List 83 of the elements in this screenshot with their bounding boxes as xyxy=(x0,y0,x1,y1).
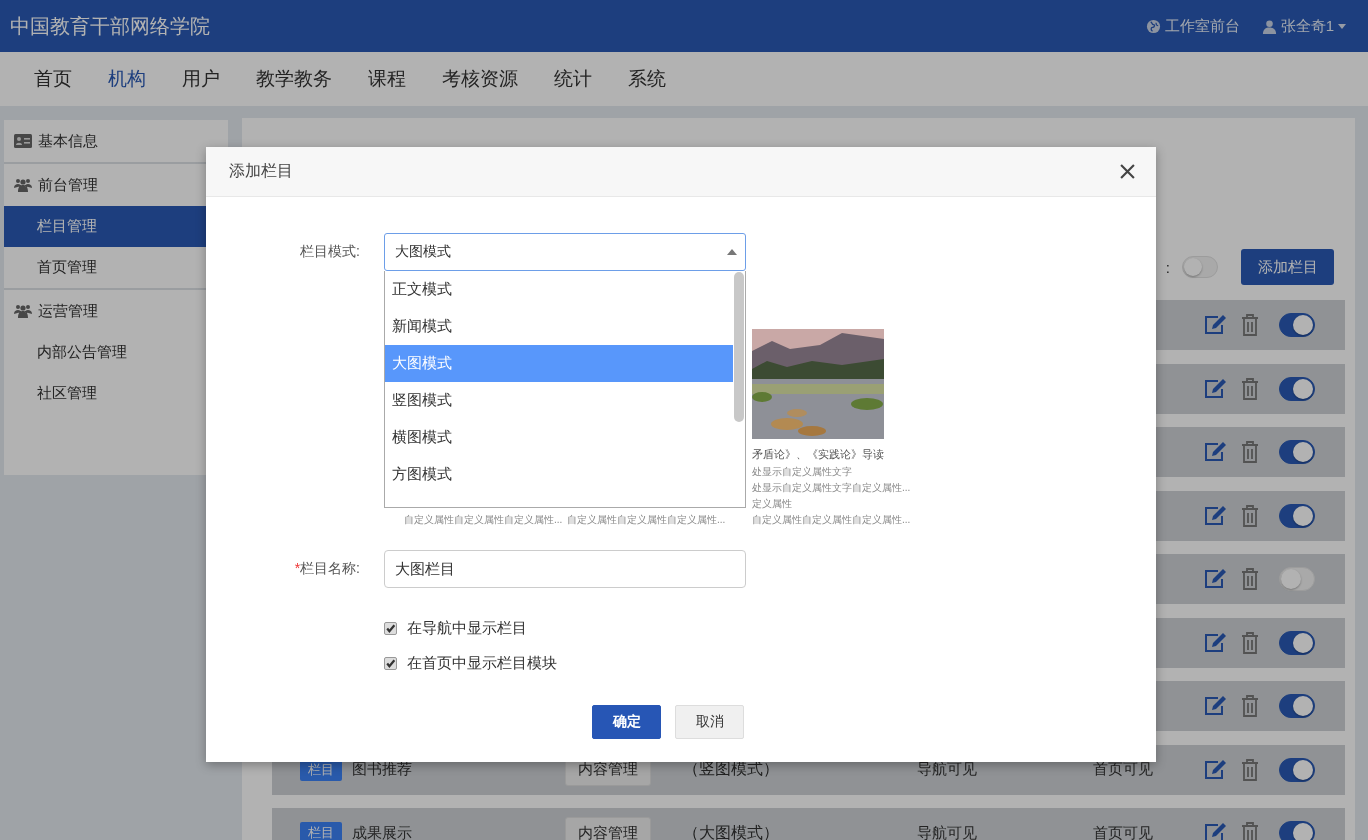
nav-tab[interactable]: 课程 xyxy=(350,66,424,92)
nav-tab[interactable]: 机构 xyxy=(90,66,164,92)
name-input[interactable]: 大图栏目 xyxy=(384,550,746,588)
edit-icon[interactable] xyxy=(1203,568,1227,590)
nav-tab[interactable]: 用户 xyxy=(164,66,238,92)
sidebar-group[interactable]: 基本信息 xyxy=(4,120,228,162)
column-name: 成果展示 xyxy=(352,823,412,840)
dropdown-option[interactable]: 横图模式 xyxy=(385,419,733,456)
trash-icon[interactable] xyxy=(1241,441,1259,463)
edit-icon[interactable] xyxy=(1203,758,1227,781)
cancel-button[interactable]: 取消 xyxy=(675,705,744,739)
checkbox[interactable] xyxy=(384,656,397,670)
nav-tab[interactable]: 考核资源 xyxy=(424,66,536,92)
preview-text: 自定义属性自定义属性自定义属性... xyxy=(752,513,912,527)
column-mode: （大图模式） xyxy=(683,823,779,840)
home-visibility: 首页可见 xyxy=(1093,823,1153,840)
toggle-switch[interactable] xyxy=(1279,694,1315,718)
mode-select[interactable]: 大图模式 xyxy=(384,233,746,271)
edit-icon[interactable] xyxy=(1203,504,1227,527)
preview-text: 定义属性 xyxy=(752,497,793,511)
preview-text: 自定义属性自定义属性自定义属性... xyxy=(404,513,564,527)
checkbox[interactable] xyxy=(384,621,397,635)
site-title: 中国教育干部网络学院 xyxy=(10,13,210,39)
trash-icon[interactable] xyxy=(1241,695,1259,717)
id-card-icon xyxy=(14,134,32,148)
toggle-switch[interactable] xyxy=(1279,440,1315,464)
checkbox-label: 在首页中显示栏目模块 xyxy=(407,653,557,673)
edit-icon[interactable] xyxy=(1203,377,1227,400)
dropdown-option[interactable]: 新闻模式 xyxy=(385,308,733,345)
preview-text: 自定义属性自定义属性自定义属性... xyxy=(567,513,727,527)
caret-icon xyxy=(1338,23,1346,29)
nav-visibility: 导航可见 xyxy=(917,823,977,840)
nav-visibility: 导航可见 xyxy=(917,760,977,777)
trash-icon[interactable] xyxy=(1241,377,1259,400)
add-column-button[interactable]: 添加栏目 xyxy=(1241,249,1334,285)
edit-icon[interactable] xyxy=(1203,695,1227,717)
toggle-switch[interactable] xyxy=(1279,313,1315,337)
filter-label: : xyxy=(1165,258,1170,276)
toggle-switch[interactable] xyxy=(1279,821,1315,840)
nav-tab[interactable]: 教学教务 xyxy=(238,66,350,92)
caret-icon xyxy=(727,249,737,255)
confirm-button[interactable]: 确定 xyxy=(592,705,661,739)
close-icon[interactable] xyxy=(1120,164,1135,179)
scrollbar[interactable] xyxy=(734,272,744,422)
toggle-switch[interactable] xyxy=(1279,503,1315,528)
content-manage-button[interactable]: 内容管理 xyxy=(565,817,651,840)
dropdown-option[interactable]: 竖图模式 xyxy=(385,382,733,419)
toggle-switch[interactable] xyxy=(1279,630,1315,655)
sidebar-group[interactable]: 前台管理 xyxy=(4,164,228,206)
nav-tab[interactable]: 系统 xyxy=(610,66,684,92)
edit-icon[interactable] xyxy=(1203,631,1227,654)
globe-icon xyxy=(1145,18,1161,34)
checkbox-label: 在导航中显示栏目 xyxy=(407,618,527,638)
field-label: 栏目模式: xyxy=(299,243,360,261)
toggle-switch[interactable] xyxy=(1279,757,1315,782)
preview-text: 处显示自定义属性文字自定义属性... xyxy=(752,481,912,495)
header-link[interactable]: 工作室前台 xyxy=(1145,16,1240,36)
trash-icon[interactable] xyxy=(1241,822,1259,840)
column-name: 图书推荐 xyxy=(352,760,412,779)
users-icon xyxy=(14,304,32,318)
edit-icon[interactable] xyxy=(1203,314,1227,336)
header-link[interactable]: 张全奇1 xyxy=(1261,16,1346,36)
trash-icon[interactable] xyxy=(1241,758,1259,781)
trash-icon[interactable] xyxy=(1241,314,1259,336)
home-visibility: 首页可见 xyxy=(1093,760,1153,777)
nav-tab[interactable]: 统计 xyxy=(536,66,610,92)
dropdown-option[interactable]: 方图模式 xyxy=(385,456,733,493)
user-icon xyxy=(1261,18,1277,34)
preview-title: 矛盾论》、《实践论》导读 xyxy=(752,447,885,462)
sidebar-group[interactable]: 运营管理 xyxy=(4,290,228,332)
users-icon xyxy=(14,178,32,192)
nav-tab[interactable]: 首页 xyxy=(16,66,90,92)
trash-icon[interactable] xyxy=(1241,631,1259,654)
edit-icon[interactable] xyxy=(1203,441,1227,463)
dialog-title: 添加栏目 xyxy=(229,161,293,181)
toggle-switch[interactable] xyxy=(1279,376,1315,401)
preview-text: 处显示自定义属性文字 xyxy=(752,465,853,479)
column-tag: 栏目 xyxy=(300,822,342,840)
dropdown-option[interactable]: 正文模式 xyxy=(385,271,733,308)
trash-icon[interactable] xyxy=(1241,568,1259,590)
trash-icon[interactable] xyxy=(1241,504,1259,527)
edit-icon[interactable] xyxy=(1203,822,1227,840)
field-label: *栏目名称: xyxy=(293,560,360,578)
